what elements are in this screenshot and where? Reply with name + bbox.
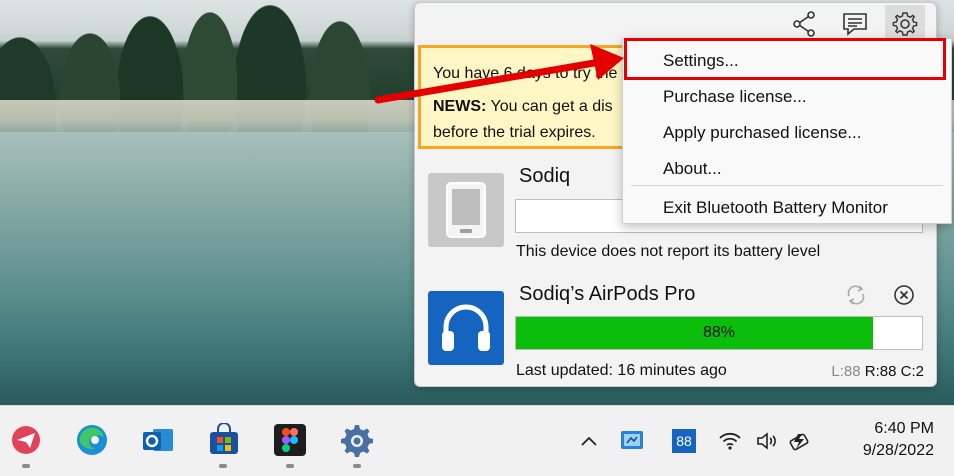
case-level: C:2 [900,363,924,380]
wifi-icon [719,432,741,450]
tray-app-button[interactable] [617,426,647,456]
battery-button[interactable] [787,426,815,456]
running-indicator [22,464,30,468]
device-status: This device does not report its battery … [516,243,821,260]
remove-device-button[interactable] [889,280,919,310]
running-indicator [353,464,361,468]
battery-charging-icon [789,433,809,451]
device-name: Sodiq [519,165,571,187]
device-row: Sodiq’s AirPods Pro 88% Last updated: 16… [415,279,936,384]
tray-battery-number: 88 [672,429,696,453]
figma-app-button[interactable] [270,420,310,460]
outlook-icon [143,429,173,451]
battery-bar: 88% [515,316,923,350]
store-app-button[interactable] [204,420,244,460]
close-circle-icon [894,285,914,305]
figma-icon [274,424,306,456]
volume-button[interactable] [753,426,781,456]
share-icon [793,11,815,37]
refresh-button[interactable] [841,280,871,310]
edge-icon [77,425,107,455]
news-text-continued: before the trial expires. [433,124,596,141]
paper-plane-app-button[interactable] [6,420,46,460]
news-text: NEWS: You can get a dis [433,98,613,116]
left-level: L:88 [831,363,861,380]
running-indicator [219,464,227,468]
menu-item-purchase-license[interactable]: Purchase license... [663,87,807,107]
settings-gear-icon [341,425,373,457]
wifi-button[interactable] [716,426,744,456]
tray-monitor-icon [621,431,643,449]
news-label: NEWS: [433,98,487,115]
clock-date: 9/28/2022 [862,442,934,459]
menu-item-exit[interactable]: Exit Bluetooth Battery Monitor [663,198,888,218]
taskbar-clock[interactable]: 6:40 PM 9/28/2022 [863,418,934,462]
store-icon [210,423,238,454]
settings-app-button[interactable] [337,420,377,460]
menu-separator [631,185,943,186]
annotation-highlight-box [624,38,946,80]
speaker-icon [757,432,776,450]
clock-time: 6:40 PM [874,420,934,437]
menu-item-about[interactable]: About... [663,159,722,179]
chat-bubble-icon [843,13,867,36]
outlook-app-button[interactable] [138,420,178,460]
right-level: R:88 [864,363,897,380]
battery-monitor-tray-button[interactable]: 88 [670,426,698,456]
headphones-icon [428,291,504,365]
edge-app-button[interactable] [72,420,112,460]
gear-icon [892,12,918,36]
show-hidden-icons-button[interactable] [574,426,604,456]
device-name: Sodiq’s AirPods Pro [519,283,696,305]
menu-item-apply-license[interactable]: Apply purchased license... [663,123,861,143]
news-body: You can get a dis [486,98,613,115]
device-tablet-icon [428,173,504,247]
chevron-up-icon [581,436,597,446]
battery-levels: L:88 R:88 C:2 [831,363,924,380]
last-updated-text: Last updated: 16 minutes ago [516,362,727,379]
popup-header [415,3,936,43]
trial-notice-text: You have 6 days to try the [433,65,618,82]
paper-plane-icon [12,426,40,454]
running-indicator [286,464,294,468]
taskbar: 88 6:40 PM 9/28/2022 [0,405,954,476]
battery-bar-text: 88% [702,324,736,341]
refresh-icon [847,285,865,305]
